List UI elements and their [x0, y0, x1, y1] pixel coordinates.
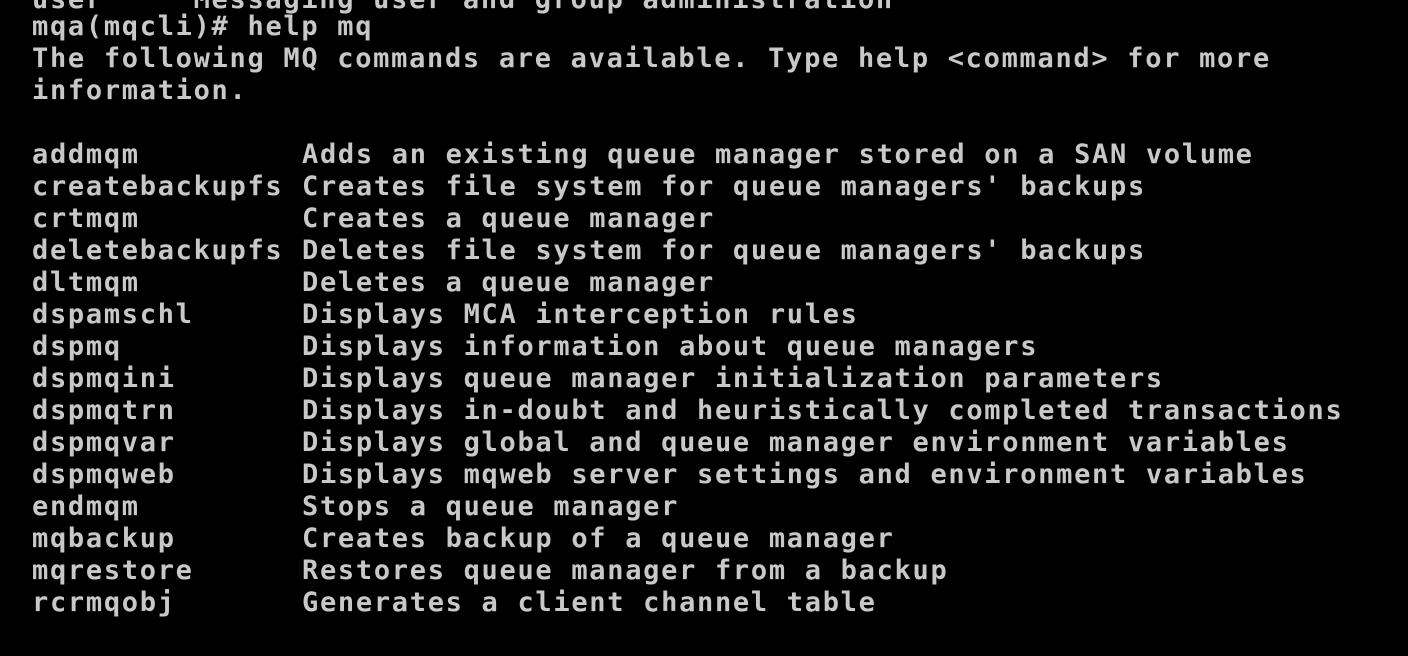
- command-description: Displays MCA interception rules: [302, 299, 859, 330]
- command-name: crtmqm: [32, 203, 140, 234]
- command-row: createbackupfs Creates file system for qu…: [32, 171, 1146, 203]
- command-row: dspmqvar Displays global and queue manage…: [32, 427, 1290, 459]
- command-description: Creates a queue manager: [302, 203, 715, 234]
- command-row: rcrmqobj Generates a client channel table: [32, 587, 877, 619]
- command-name: createbackupfs: [32, 171, 284, 202]
- command-description: Creates backup of a queue manager: [302, 523, 895, 554]
- command-row: crtmqm Creates a queue manager: [32, 203, 715, 235]
- command-name: mqrestore: [32, 555, 194, 586]
- command-row: mqbackup Creates backup of a queue manage…: [32, 523, 895, 555]
- command-name: dspmqtrn: [32, 395, 176, 426]
- command-row: dspamschl Displays MCA interception rules: [32, 299, 859, 331]
- command-description: Displays mqweb server settings and envir…: [302, 459, 1308, 490]
- command-row: deletebackupfs Deletes file system for qu…: [32, 235, 1146, 267]
- intro-text-line-2: information.: [32, 75, 248, 106]
- command-name: dspmq: [32, 331, 122, 362]
- command-description: Displays global and queue manager enviro…: [302, 427, 1290, 458]
- command-description: Adds an existing queue manager stored on…: [302, 139, 1254, 170]
- command-description: Generates a client channel table: [302, 587, 877, 618]
- command-name: dltmqm: [32, 267, 140, 298]
- command-name: endmqm: [32, 491, 140, 522]
- command-name: dspamschl: [32, 299, 194, 330]
- command-name: dspmqini: [32, 363, 176, 394]
- command-row: endmqm Stops a queue manager: [32, 491, 679, 523]
- command-description: Displays in-doubt and heuristically comp…: [302, 395, 1344, 426]
- command-row: mqrestore Restores queue manager from a b…: [32, 555, 948, 587]
- prompt: mqa(mqcli)#: [32, 11, 230, 42]
- command-description: Restores queue manager from a backup: [302, 555, 949, 586]
- terminal-screen[interactable]: user Messaging user and group administra…: [0, 0, 1408, 656]
- command-name: dspmqvar: [32, 427, 176, 458]
- intro-text-line-1: The following MQ commands are available.…: [32, 43, 1271, 74]
- prompt-line: mqa(mqcli)# help mq: [32, 11, 373, 43]
- command-description: Stops a queue manager: [302, 491, 680, 522]
- command-row: dspmqweb Displays mqweb server settings a…: [32, 459, 1308, 491]
- command-name: addmqm: [32, 139, 140, 170]
- entered-command: help mq: [247, 11, 374, 42]
- command-name: mqbackup: [32, 523, 176, 554]
- command-row: dspmqtrn Displays in-doubt and heuristica…: [32, 395, 1343, 427]
- command-name: dspmqweb: [32, 459, 176, 490]
- command-row: dspmqini Displays queue manager initializ…: [32, 363, 1164, 395]
- command-row: dltmqm Deletes a queue manager: [32, 267, 715, 299]
- command-description: Deletes a queue manager: [302, 267, 715, 298]
- command-description: Displays information about queue manager…: [302, 331, 1039, 362]
- command-row: dspmq Displays information about queue ma…: [32, 331, 1038, 363]
- command-row: addmqm Adds an existing queue manager sto…: [32, 139, 1254, 171]
- command-name: rcrmqobj: [32, 587, 176, 618]
- command-description: Creates file system for queue managers' …: [302, 171, 1146, 202]
- command-description: Displays queue manager initialization pa…: [302, 363, 1164, 394]
- command-name: deletebackupfs: [32, 235, 284, 266]
- command-description: Deletes file system for queue managers' …: [302, 235, 1146, 266]
